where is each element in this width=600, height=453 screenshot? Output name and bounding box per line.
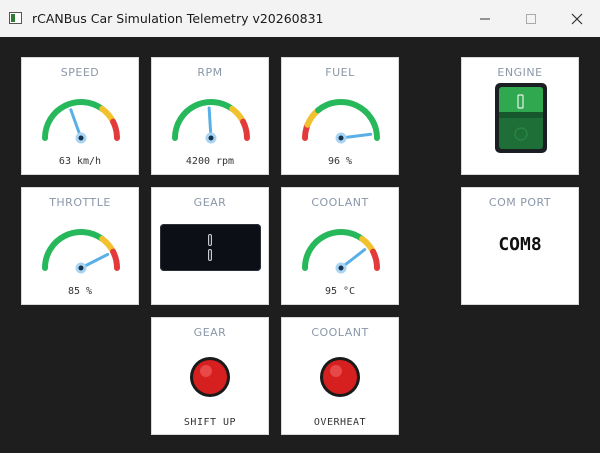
- close-icon: [571, 13, 583, 24]
- overheat-led-icon: [320, 357, 360, 397]
- speed-panel: SPEED 63 km/h: [21, 57, 139, 175]
- throttle-panel: THROTTLE 85 %: [21, 187, 139, 305]
- fuel-panel: FUEL 96 %: [281, 57, 399, 175]
- fuel-gauge: [302, 99, 380, 144]
- shift-gear-label: GEAR: [193, 326, 227, 339]
- shift-up-panel: GEAR SHIFT UP: [151, 317, 269, 435]
- fuel-value: 96 %: [327, 156, 353, 167]
- throttle-gauge: [42, 229, 120, 274]
- coolant-gauge: [302, 229, 380, 274]
- gear-label: GEAR: [193, 196, 227, 209]
- engine-panel: ENGINE: [461, 57, 579, 175]
- gear-panel: GEAR: [151, 187, 269, 305]
- speed-gauge: [42, 99, 120, 144]
- dashboard: SPEED 63 km/h RPM 4200 rpm FUEL 96 % ENG…: [0, 37, 600, 453]
- gauge-arc-red: [110, 118, 120, 141]
- gauge-arc-red: [110, 248, 120, 271]
- engine-label: ENGINE: [497, 66, 543, 79]
- coolant-label: COOLANT: [311, 196, 369, 209]
- gauge-hub-center: [78, 135, 84, 141]
- throttle-value: 85 %: [67, 286, 93, 297]
- rpm-gauge: [172, 99, 250, 144]
- maximize-button[interactable]: [508, 0, 554, 37]
- gear-display: [160, 224, 261, 271]
- gauge-arc-red: [370, 248, 380, 271]
- maximize-icon: [526, 13, 536, 24]
- com-port-label: COM PORT: [488, 196, 552, 209]
- gauge-arc-green: [172, 99, 236, 141]
- title-bar: rCANBus Car Simulation Telemetry v202608…: [0, 0, 600, 37]
- gauge-hub-center: [208, 135, 214, 141]
- gear-segment-upper: [208, 234, 212, 246]
- speed-label: SPEED: [60, 66, 100, 79]
- window-title: rCANBus Car Simulation Telemetry v202608…: [32, 11, 324, 26]
- shift-up-led-icon: [190, 357, 230, 397]
- overheat-coolant-label: COOLANT: [311, 326, 369, 339]
- throttle-label: THROTTLE: [49, 196, 111, 209]
- close-button[interactable]: [554, 0, 600, 37]
- gauge-hub-center: [338, 265, 344, 271]
- speed-value: 63 km/h: [58, 156, 102, 167]
- app-icon: [9, 12, 22, 24]
- engine-toggle-switch[interactable]: [494, 82, 548, 154]
- coolant-panel: COOLANT 95 °C: [281, 187, 399, 305]
- overheat-panel: COOLANT OVERHEAT: [281, 317, 399, 435]
- rpm-panel: RPM 4200 rpm: [151, 57, 269, 175]
- rpm-value: 4200 rpm: [185, 156, 235, 167]
- gauge-hub-center: [338, 135, 344, 141]
- fuel-label: FUEL: [325, 66, 355, 79]
- gauge-arc-green: [302, 229, 366, 271]
- overheat-text: OVERHEAT: [313, 417, 367, 428]
- coolant-value: 95 °C: [324, 286, 356, 297]
- gauge-arc-red: [240, 118, 250, 141]
- minimize-icon: [480, 18, 490, 19]
- gear-segment-lower: [208, 249, 212, 261]
- shift-up-text: SHIFT UP: [183, 417, 237, 428]
- minimize-button[interactable]: [462, 0, 508, 37]
- gauge-arc-green: [315, 99, 380, 141]
- com-port-value: COM8: [498, 234, 542, 255]
- rpm-label: RPM: [197, 66, 223, 79]
- com-port-panel: COM PORT COM8: [461, 187, 579, 305]
- gauge-hub-center: [78, 265, 84, 271]
